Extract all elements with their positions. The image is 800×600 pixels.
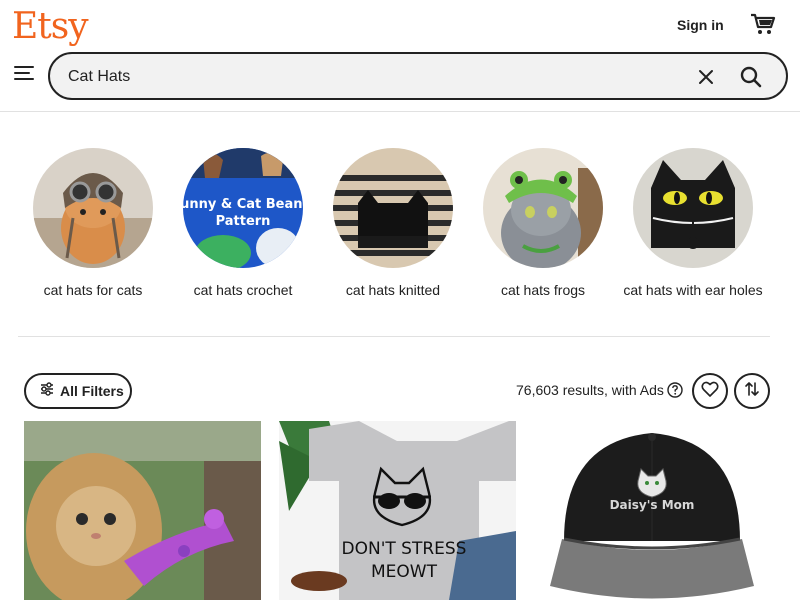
category-image xyxy=(633,148,753,268)
listing-card[interactable] xyxy=(24,421,261,600)
category-image-text-2: Pattern xyxy=(216,214,271,229)
heart-icon xyxy=(701,381,719,402)
category-cat-hats-knitted[interactable]: cat hats knitted xyxy=(318,148,468,299)
category-label: cat hats knitted xyxy=(345,282,441,298)
filter-sliders-icon xyxy=(40,381,54,401)
listing-image-text-1: DON'T STRESS xyxy=(342,539,467,559)
question-circle-icon[interactable] xyxy=(667,382,683,398)
search-icon[interactable] xyxy=(738,64,764,90)
listing-image-text: Daisy's Mom xyxy=(610,498,695,512)
category-cat-hats-crochet[interactable]: Bunny & Cat Beanie Pattern cat hats croc… xyxy=(168,148,318,299)
category-carousel: cat hats for cats Bunny & Cat Beanie Pat… xyxy=(18,148,770,318)
category-image xyxy=(483,148,603,268)
category-label: cat hats frogs xyxy=(500,282,586,298)
listing-image xyxy=(24,421,261,600)
category-image xyxy=(33,148,153,268)
site-header: Etsy Sign in xyxy=(0,0,800,112)
category-cat-hats-with-ear-holes[interactable]: cat hats with ear holes xyxy=(618,148,768,299)
search-input[interactable] xyxy=(68,66,668,88)
category-label: cat hats for cats xyxy=(43,282,143,298)
etsy-logo[interactable]: Etsy xyxy=(12,6,89,47)
category-cat-hats-frogs[interactable]: cat hats frogs xyxy=(468,148,618,299)
results-count: 76,603 results, with Ads xyxy=(516,382,664,398)
category-image: Bunny & Cat Beanie Pattern xyxy=(183,148,303,268)
sign-in-link[interactable]: Sign in xyxy=(677,17,724,33)
all-filters-button[interactable]: All Filters xyxy=(24,373,132,409)
all-filters-label: All Filters xyxy=(60,383,124,399)
shopping-cart-icon[interactable] xyxy=(750,12,776,36)
category-cat-hats-for-cats[interactable]: cat hats for cats xyxy=(18,148,168,299)
category-image xyxy=(333,148,453,268)
listing-image-text-2: MEOWT xyxy=(371,562,438,582)
category-image-text-1: Bunny & Cat Beanie xyxy=(183,197,303,212)
search-bar xyxy=(48,52,788,100)
category-label: cat hats with ear holes xyxy=(623,282,763,298)
favorite-search-button[interactable] xyxy=(692,373,728,409)
sort-button[interactable] xyxy=(734,373,770,409)
category-label: cat hats crochet xyxy=(193,282,293,298)
close-icon[interactable] xyxy=(694,65,718,89)
listing-card[interactable]: DON'T STRESS MEOWT xyxy=(279,421,516,600)
listing-image: DON'T STRESS MEOWT xyxy=(279,421,516,600)
sort-arrows-icon xyxy=(744,381,760,402)
hamburger-menu-icon[interactable] xyxy=(14,66,34,82)
listing-image: Daisy's Mom xyxy=(534,421,771,600)
section-divider xyxy=(18,336,770,337)
listing-card[interactable]: Daisy's Mom xyxy=(534,421,771,600)
